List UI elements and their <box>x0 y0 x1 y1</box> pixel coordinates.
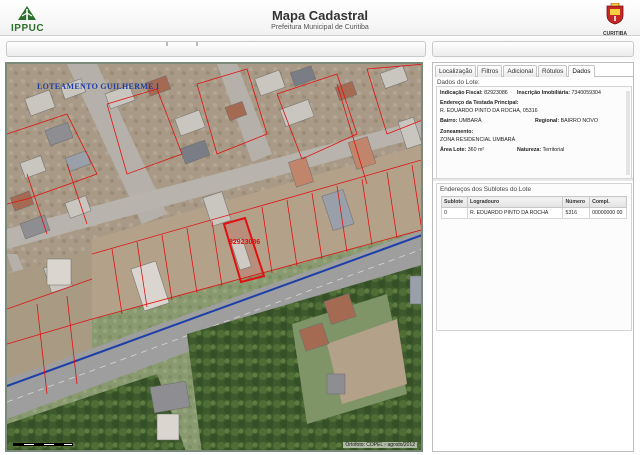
fiscal-value: 82923086 <box>484 90 508 96</box>
bairro-label: Bairro: <box>440 118 458 124</box>
tab-dados[interactable]: Dados <box>568 65 595 77</box>
lot-details-scrollbar[interactable] <box>626 91 630 175</box>
curitiba-logo-text: CURITIBA <box>603 31 627 37</box>
ortho-credit: Ortofoto: COPEL - agosto/2012 <box>343 442 417 448</box>
subdivision-label: LOTEAMENTO GUILHERME I <box>37 82 160 91</box>
tab-rotulos[interactable]: Rótulos <box>537 65 568 77</box>
sublots-title: Endereços dos Sublotes do Lote <box>440 186 532 193</box>
app-header: IPPUC Mapa Cadastral Prefeitura Municipa… <box>0 0 640 37</box>
sublots-section: Endereços dos Sublotes do Lote Sublote L… <box>436 183 632 331</box>
cell-compl: 00000000 00 <box>589 207 627 219</box>
col-numero[interactable]: Número <box>562 196 591 208</box>
zone-value: ZONA RESIDENCIAL UMBARÁ <box>440 137 516 143</box>
nature-value: Territorial <box>542 147 565 153</box>
curitiba-crest-icon <box>606 2 624 25</box>
map-toolbar[interactable] <box>6 41 426 57</box>
page-title: Mapa Cadastral <box>271 8 369 23</box>
cell-numero: 5316 <box>562 207 591 219</box>
col-compl[interactable]: Compl. <box>589 196 627 208</box>
cell-logradouro: R. EDUARDO PINTO DA ROCHA <box>467 207 564 219</box>
panel-tabs: Localização Filtros Adicional Rótulos Da… <box>435 65 633 77</box>
tab-filtros[interactable]: Filtros <box>477 65 503 77</box>
lot-details: Indicação Fiscal: 82923086 Inscrição Imo… <box>436 86 632 180</box>
cell-sublote: 0 <box>440 207 469 219</box>
sublots-table: Sublote Logradouro Número Compl. 0 R. ED… <box>440 196 627 219</box>
aerial-map <box>7 64 421 450</box>
nature-label: Natureza: <box>517 147 542 153</box>
bairro-value: UMBARÁ <box>458 118 482 124</box>
table-row[interactable]: 0 R. EDUARDO PINTO DA ROCHA 5316 0000000… <box>440 207 627 219</box>
regional-label: Regional: <box>535 118 560 124</box>
col-logradouro[interactable]: Logradouro <box>467 196 564 208</box>
map-view[interactable]: LOTEAMENTO GUILHERME I 82923086 Ortofoto… <box>5 62 423 452</box>
lot-section-title: Dados do Lote: <box>437 79 480 86</box>
panel-toolbar[interactable] <box>432 41 634 57</box>
area-label: Área Lote: <box>440 147 467 153</box>
selected-lot-label: 82923086 <box>229 239 261 246</box>
toolbar <box>0 38 640 60</box>
scale-bar <box>13 443 73 446</box>
address-value: R. EDUARDO PINTO DA ROCHA, 05316 <box>440 108 538 114</box>
section-divider <box>433 178 633 181</box>
area-value: 360 m² <box>467 147 485 153</box>
address-label: Endereço da Testada Principal: <box>440 100 519 106</box>
fiscal-label: Indicação Fiscal: <box>440 90 483 96</box>
imob-label: Inscrição Imobiliária: <box>517 90 570 96</box>
tab-adicional[interactable]: Adicional <box>503 65 537 77</box>
tab-localizacao[interactable]: Localização <box>435 65 477 77</box>
zone-label: Zoneamento: <box>440 129 474 135</box>
toolbar-divider-marks <box>166 42 198 46</box>
imob-value: 7340059304 <box>571 90 601 96</box>
info-panel: Localização Filtros Adicional Rótulos Da… <box>432 62 634 452</box>
curitiba-logo[interactable]: CURITIBA <box>600 2 630 37</box>
regional-value: BAIRRO NOVO <box>560 118 599 124</box>
page-subtitle: Prefeitura Municipal de Curitiba <box>271 24 369 31</box>
col-sublote[interactable]: Sublote <box>440 196 469 208</box>
